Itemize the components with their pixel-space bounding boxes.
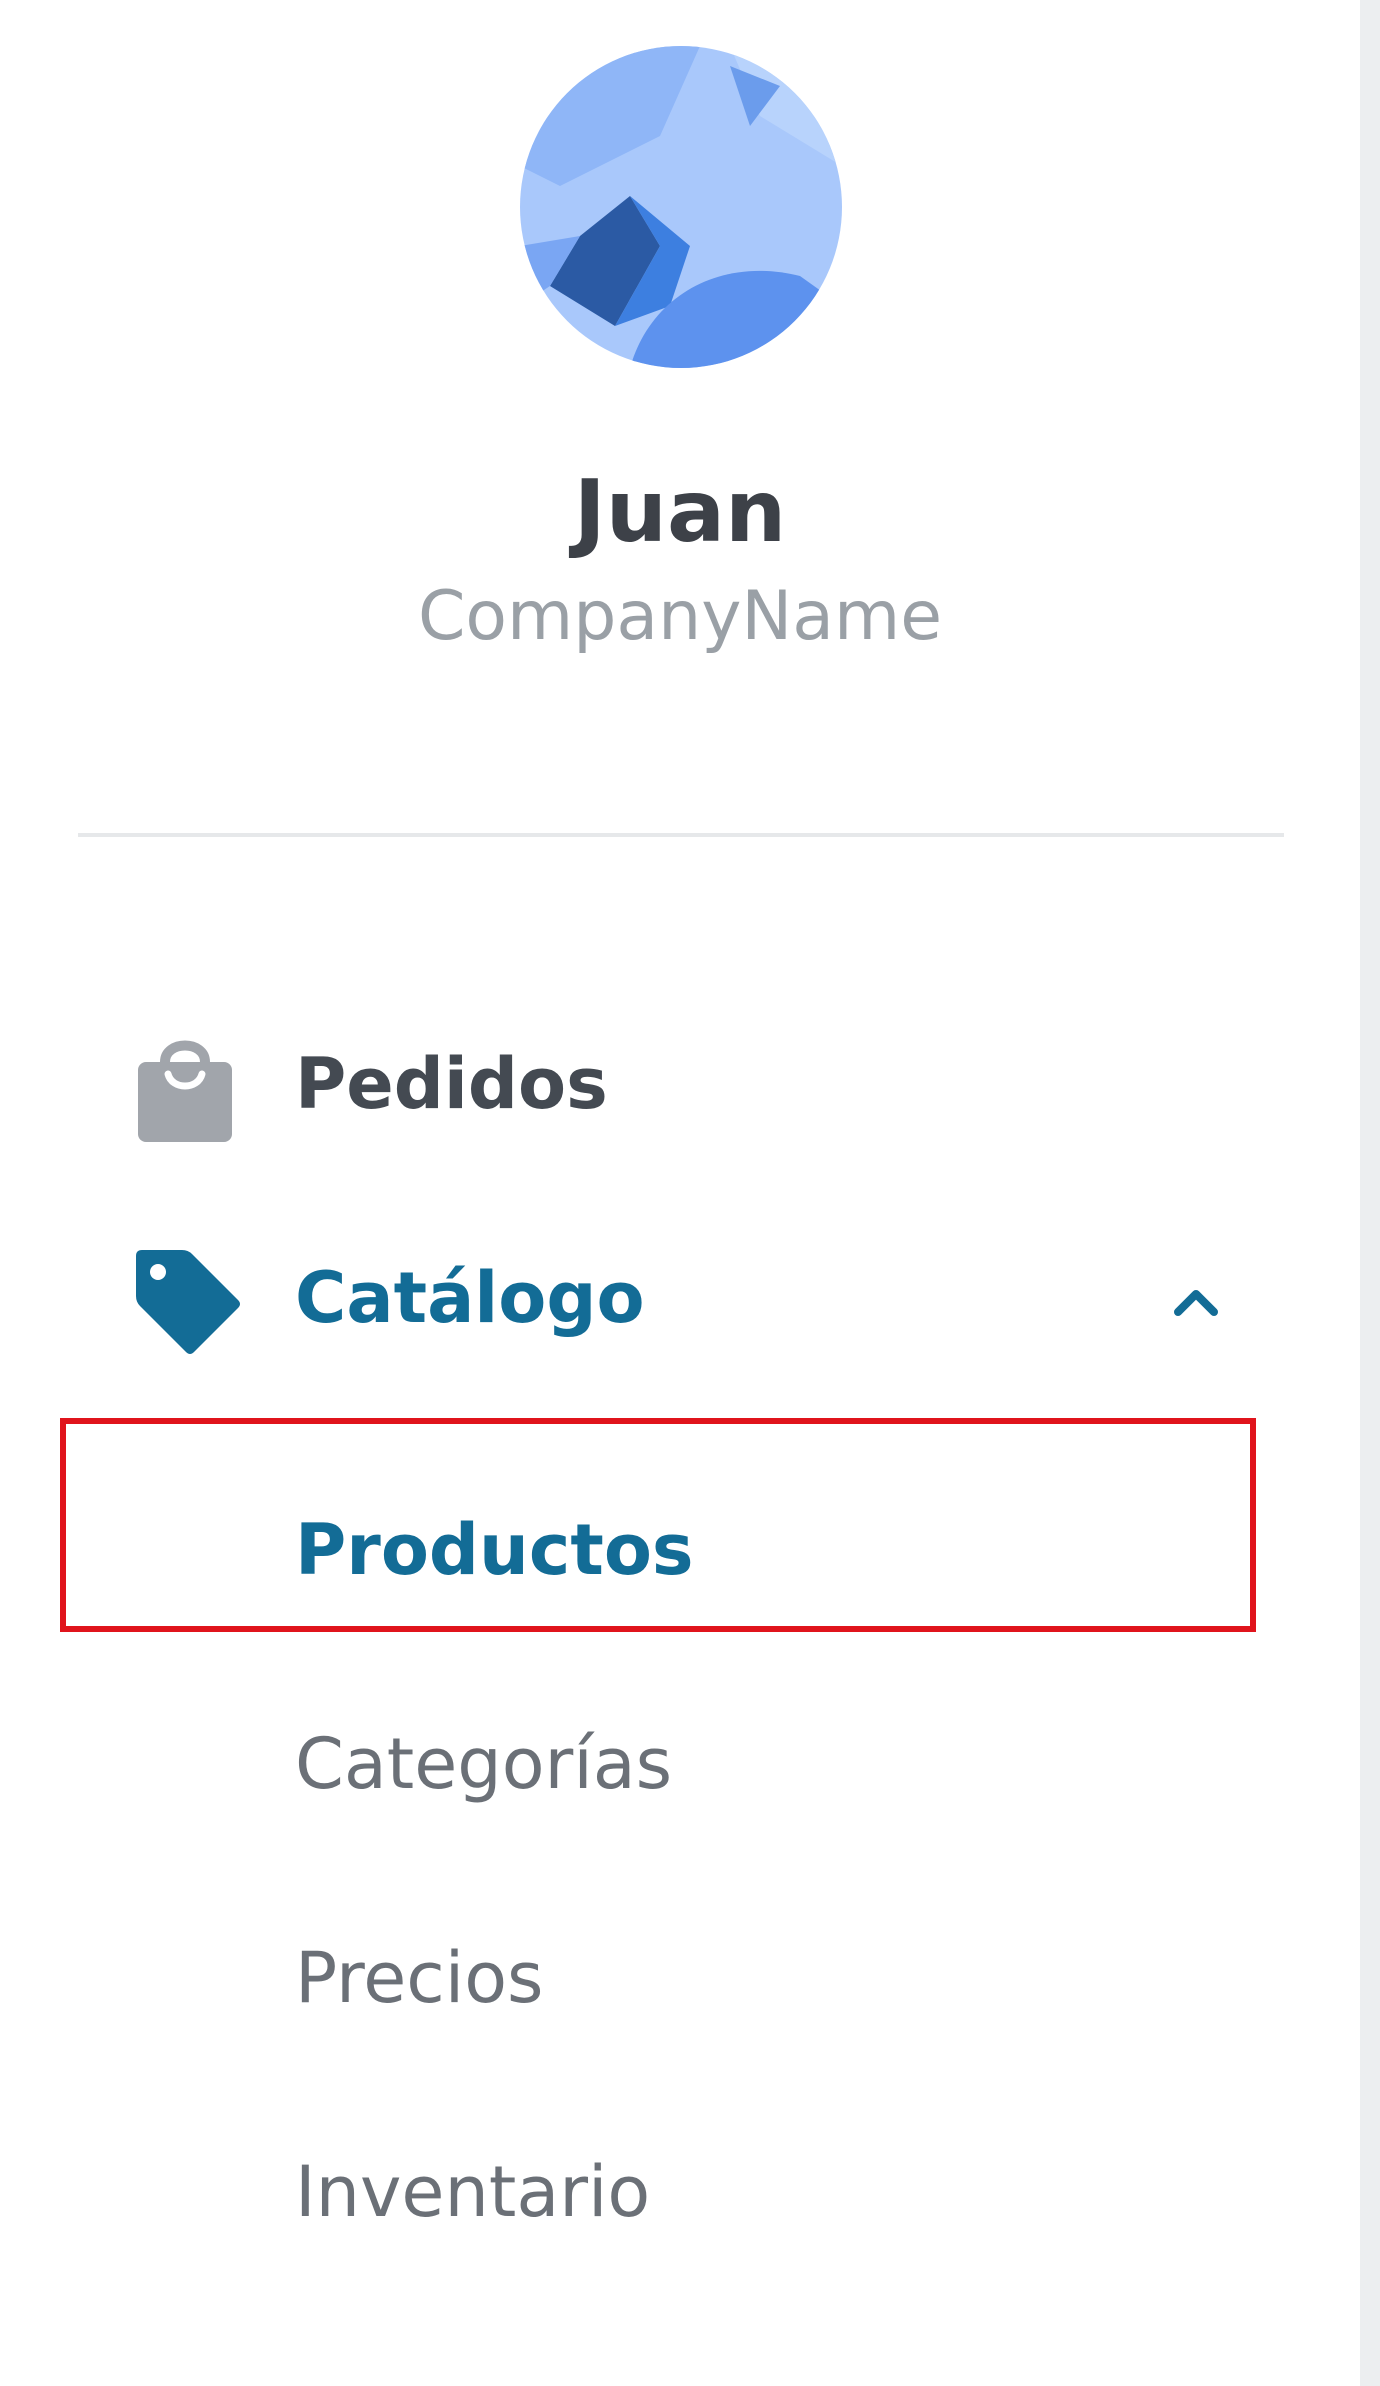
avatar-image xyxy=(520,46,842,368)
divider xyxy=(78,833,1284,837)
submenu-item-categorias[interactable]: Categorías xyxy=(0,1694,1360,1834)
scroll-track[interactable] xyxy=(1360,0,1380,2386)
user-name: Juan xyxy=(573,462,787,562)
chevron-up-icon[interactable] xyxy=(1168,1282,1224,1322)
sidebar-item-pedidos[interactable]: Pedidos xyxy=(0,1004,1360,1164)
submenu-item-label: Productos xyxy=(295,1509,694,1591)
submenu-item-label: Inventario xyxy=(295,2151,651,2233)
submenu-item-productos[interactable]: Productos xyxy=(0,1480,1360,1620)
sidebar: Juan CompanyName Pedidos Catálogo Produc… xyxy=(0,0,1360,2386)
submenu-item-label: Categorías xyxy=(295,1723,673,1805)
submenu-item-precios[interactable]: Precios xyxy=(0,1908,1360,2048)
submenu-item-inventario[interactable]: Inventario xyxy=(0,2122,1360,2262)
company-name: CompanyName xyxy=(417,577,943,656)
sidebar-item-label: Catálogo xyxy=(295,1257,645,1339)
submenu-item-label: Precios xyxy=(295,1937,544,2019)
shopping-bag-icon xyxy=(130,1032,242,1144)
avatar[interactable] xyxy=(520,46,842,368)
tag-icon xyxy=(130,1246,242,1358)
sidebar-item-label: Pedidos xyxy=(295,1043,608,1125)
sidebar-item-catalogo[interactable]: Catálogo xyxy=(0,1218,1360,1378)
